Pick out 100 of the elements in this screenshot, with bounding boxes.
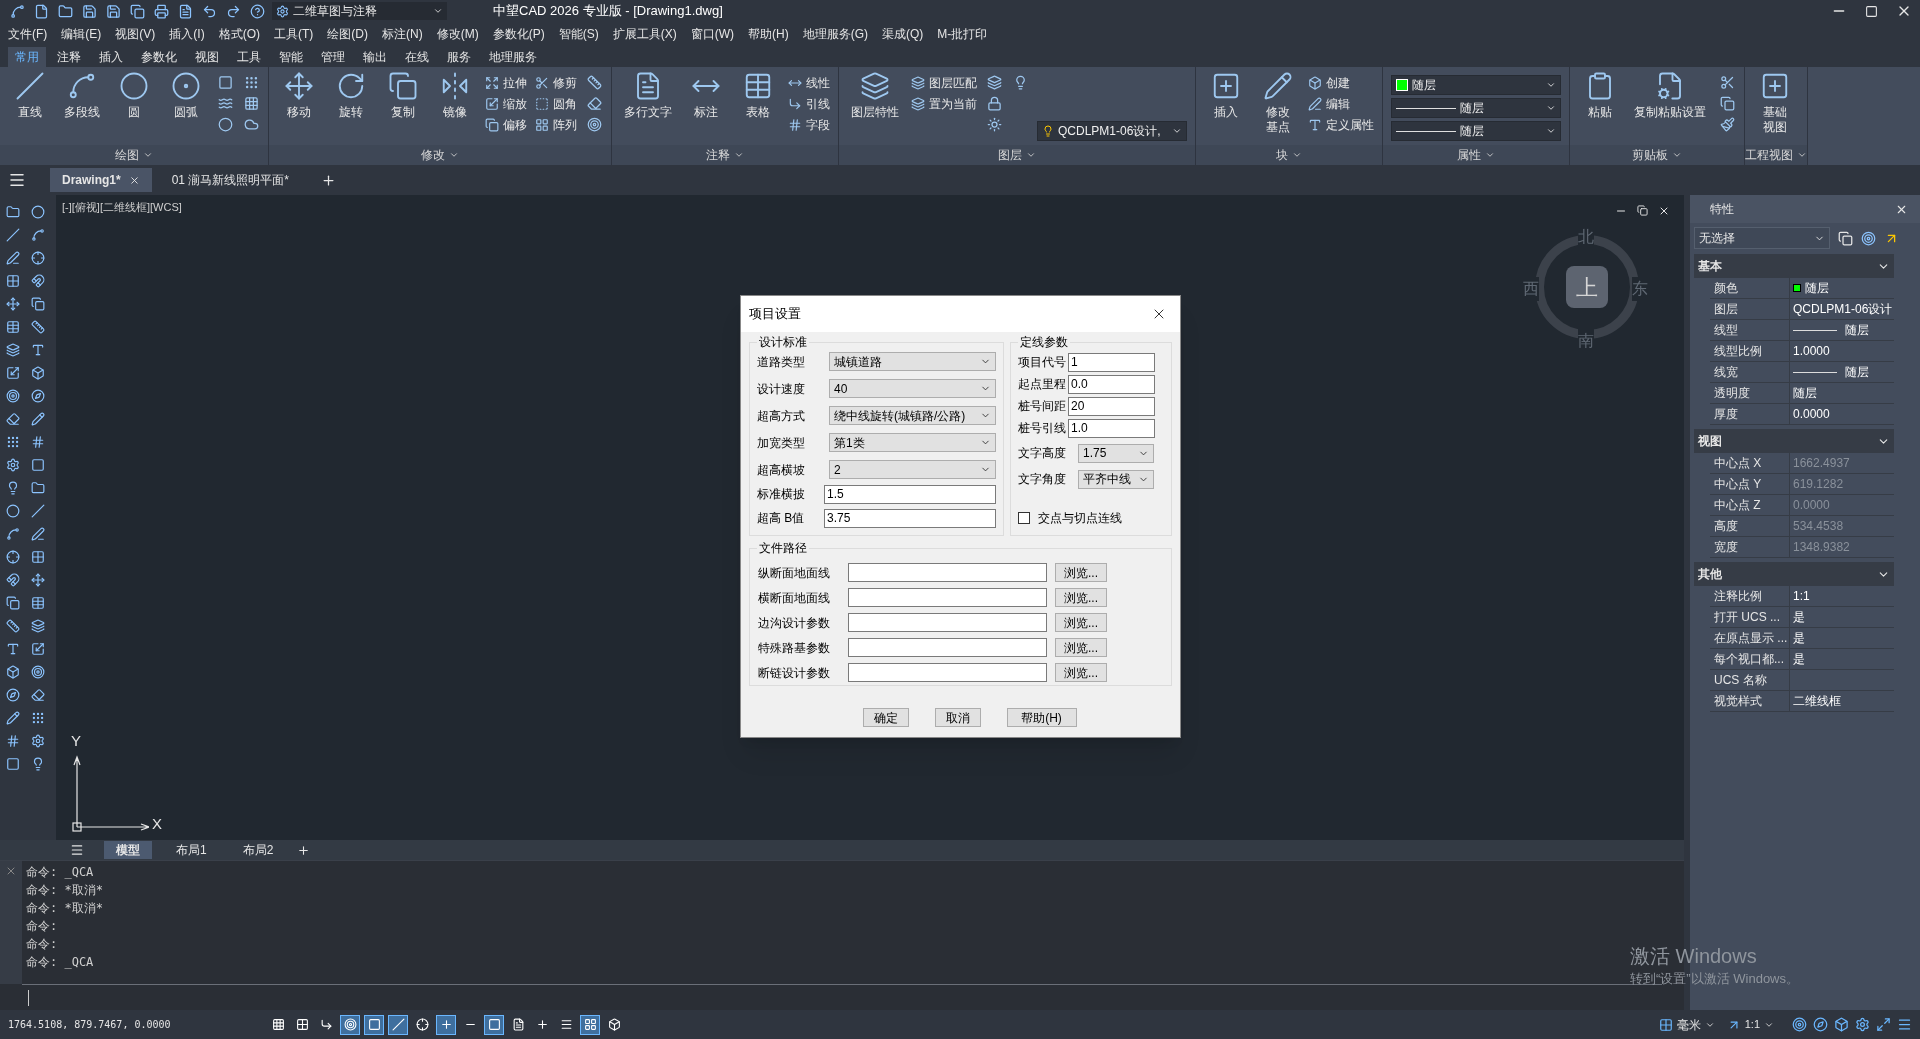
layout-tab[interactable]: 布局1 — [164, 841, 219, 859]
menu-item[interactable]: 智能(S) — [558, 24, 599, 43]
ribbon-tool-button[interactable]: 直线 — [8, 71, 52, 120]
input-field[interactable]: 0.0 — [1068, 374, 1155, 394]
ribbon-dropdown[interactable]: 随层 — [1391, 121, 1561, 141]
dropdown-field[interactable]: 平齐中线 — [1078, 469, 1154, 489]
ribbon-small-button[interactable]: 圆角 — [535, 94, 577, 113]
ribbon-small-button[interactable]: 拉伸 — [485, 73, 527, 92]
units-button[interactable]: 毫米 — [1658, 1015, 1715, 1034]
layout-tab[interactable]: 模型 — [104, 841, 152, 859]
ribbon-tool-button[interactable]: 移动 — [277, 71, 321, 120]
menu-item[interactable]: 绘图(D) — [327, 24, 368, 43]
ribbon-tab[interactable]: 插入 — [92, 47, 130, 67]
input-field[interactable]: 1 — [1068, 352, 1155, 372]
scale-button[interactable]: 1:1 — [1726, 1016, 1774, 1033]
workspace-dropdown[interactable]: 二维草图与注释 — [272, 2, 447, 20]
ribbon-tab[interactable]: 智能 — [272, 47, 310, 67]
ribbon-tool-button[interactable]: 修改基点 — [1256, 71, 1300, 135]
layout-tab[interactable]: 布局2 — [230, 841, 286, 859]
section-header[interactable]: 基本 — [1694, 254, 1894, 278]
ribbon-tool-button[interactable]: 圆 — [112, 71, 156, 120]
ribbon-small-button[interactable]: 缩放 — [485, 94, 527, 113]
ribbon-tool-button[interactable]: 复制 — [381, 71, 425, 120]
ribbon-small-button[interactable]: 偏移 — [485, 115, 527, 134]
ribbon-small-button[interactable]: 定义属性 — [1308, 115, 1374, 134]
dialog-button[interactable]: 确定 — [862, 708, 909, 727]
selection-dropdown[interactable]: 无选择 — [1694, 227, 1830, 249]
input-field[interactable]: 20 — [1068, 396, 1155, 416]
dropdown-field[interactable]: 绕中线旋转(城镇路/公路) — [829, 406, 996, 425]
browse-button[interactable]: 浏览... — [1055, 663, 1107, 682]
document-tab[interactable]: 01 湔马新线照明平面* — [159, 168, 302, 192]
menu-item[interactable]: 地理服务(G) — [802, 24, 868, 43]
ribbon-tool-button[interactable]: 图层特性 — [847, 71, 903, 120]
browse-button[interactable]: 浏览... — [1055, 638, 1107, 657]
ribbon-tool-button[interactable]: 复制粘贴设置 — [1630, 71, 1710, 120]
ribbon-tool-button[interactable]: 插入 — [1204, 71, 1248, 120]
ribbon-tab[interactable]: 工具 — [230, 47, 268, 67]
browse-button[interactable]: 浏览... — [1055, 563, 1107, 582]
menu-item[interactable]: 工具(T) — [274, 24, 314, 43]
ribbon-tab[interactable]: 参数化 — [134, 47, 184, 67]
dropdown-field[interactable]: 第1类 — [829, 433, 996, 452]
ribbon-small-button[interactable]: 修剪 — [535, 73, 577, 92]
menu-item[interactable]: 文件(F) — [8, 24, 48, 43]
input-field[interactable]: 1.0 — [1068, 418, 1155, 438]
panel-title: 绘图 — [115, 147, 139, 164]
ribbon-tool-button[interactable]: 旋转 — [329, 71, 373, 120]
menu-item[interactable]: 扩展工具(X) — [612, 24, 677, 43]
ribbon-dropdown[interactable]: QCDLPM1-06设计, — [1037, 121, 1187, 141]
dialog-button[interactable]: 帮助(H) — [1006, 708, 1077, 727]
ribbon-small-button[interactable]: 图层匹配 — [911, 73, 977, 92]
dropdown-field[interactable]: 2 — [829, 460, 996, 479]
ribbon-tab[interactable]: 地理服务 — [482, 47, 544, 67]
dialog-button[interactable]: 取消 — [934, 708, 981, 727]
ribbon-tool-button[interactable]: 表格 — [736, 71, 780, 120]
ribbon-tool-button[interactable]: 镜像 — [433, 71, 477, 120]
ribbon-small-button[interactable]: 编辑 — [1308, 94, 1374, 113]
ribbon-small-button[interactable]: 字段 — [788, 115, 830, 134]
ribbon-tab[interactable]: 管理 — [314, 47, 352, 67]
menu-item[interactable]: 帮助(H) — [748, 24, 789, 43]
compass-cube[interactable]: 上 — [1566, 266, 1608, 308]
ribbon-tool-button[interactable]: 圆弧 — [164, 71, 208, 120]
ribbon-dropdown[interactable]: 随层 — [1391, 98, 1561, 118]
menu-item[interactable]: 编辑(E) — [61, 24, 102, 43]
menu-item[interactable]: 窗口(W) — [690, 24, 734, 43]
ribbon-tab[interactable]: 输出 — [356, 47, 394, 67]
document-tab[interactable]: Drawing1* — [50, 168, 152, 192]
ribbon-tool-button[interactable]: 基础视图 — [1753, 71, 1797, 135]
input-field[interactable]: 3.75 — [824, 508, 996, 528]
input-field[interactable]: 1.5 — [824, 484, 996, 504]
menu-item[interactable]: 标注(N) — [382, 24, 423, 43]
ribbon-tab[interactable]: 服务 — [440, 47, 478, 67]
ribbon-tool-button[interactable]: 粘贴 — [1578, 71, 1622, 120]
ribbon-tool-button[interactable]: 标注 — [684, 71, 728, 120]
menu-item[interactable]: 渠成(Q) — [882, 24, 924, 43]
browse-button[interactable]: 浏览... — [1055, 588, 1107, 607]
ribbon-small-button[interactable]: 引线 — [788, 94, 830, 113]
menu-item[interactable]: 插入(I) — [169, 24, 205, 43]
ribbon-tab[interactable]: 常用 — [8, 47, 46, 67]
section-header[interactable]: 视图 — [1694, 429, 1894, 453]
menu-item[interactable]: 修改(M) — [436, 24, 479, 43]
ribbon-dropdown[interactable]: 随层 — [1391, 75, 1561, 95]
ribbon-small-button[interactable]: 置为当前 — [911, 94, 977, 113]
panel-title: 剪贴板 — [1632, 147, 1668, 164]
menu-item[interactable]: 参数化(P) — [492, 24, 545, 43]
ribbon-tab[interactable]: 在线 — [398, 47, 436, 67]
browse-button[interactable]: 浏览... — [1055, 613, 1107, 632]
ribbon-tool-button[interactable]: 多行文字 — [620, 71, 676, 120]
menu-item[interactable]: 视图(V) — [115, 24, 156, 43]
ribbon-small-button[interactable]: 阵列 — [535, 115, 577, 134]
ribbon-tool-button[interactable]: 多段线 — [60, 71, 104, 120]
dropdown-field[interactable]: 城镇道路 — [829, 352, 996, 371]
ribbon-tab[interactable]: 注释 — [50, 47, 88, 67]
dropdown-field[interactable]: 40 — [829, 379, 996, 398]
section-header[interactable]: 其他 — [1694, 562, 1894, 586]
dropdown-field[interactable]: 1.75 — [1078, 443, 1154, 463]
menu-item[interactable]: M-批打印 — [937, 24, 988, 43]
ribbon-tab[interactable]: 视图 — [188, 47, 226, 67]
ribbon-small-button[interactable]: 创建 — [1308, 73, 1374, 92]
ribbon-small-button[interactable]: 线性 — [788, 73, 830, 92]
menu-item[interactable]: 格式(O) — [218, 24, 260, 43]
